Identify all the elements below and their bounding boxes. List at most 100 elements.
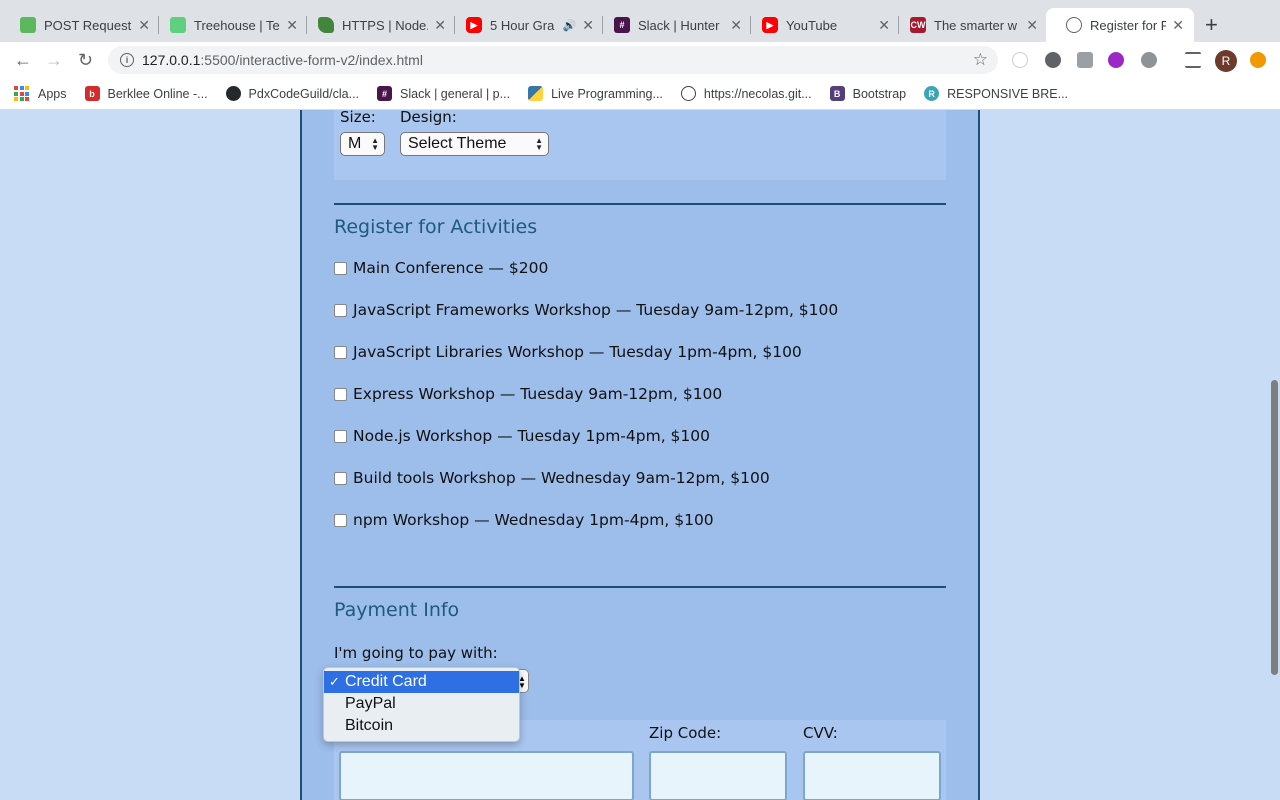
activity-checkbox[interactable]: [334, 513, 347, 527]
activity-item[interactable]: JavaScript Frameworks Workshop — Tuesday…: [334, 301, 838, 319]
tab-title: Treehouse | Te: [194, 17, 280, 33]
extension-icon[interactable]: [1077, 52, 1093, 68]
activity-label: Express Workshop — Tuesday 9am-12pm, $10…: [353, 385, 723, 403]
activity-checkbox[interactable]: [334, 303, 347, 317]
url-path: :5500/interactive-form-v2/index.html: [200, 52, 423, 68]
checkmark-icon: ✓: [329, 674, 340, 689]
tab-title: 5 Hour Gra: [490, 17, 555, 33]
section-divider: [334, 586, 946, 588]
tab-title: HTTPS | Node.: [342, 17, 429, 33]
browser-tab-active[interactable]: Register for Fu ✕: [1046, 8, 1194, 42]
page-scrollbar[interactable]: [1268, 110, 1280, 800]
activity-item[interactable]: Express Workshop — Tuesday 9am-12pm, $10…: [334, 385, 722, 403]
card-number-input[interactable]: [339, 751, 634, 800]
browser-tab[interactable]: Treehouse | Te ✕: [150, 8, 308, 42]
size-label: Size:: [340, 110, 376, 126]
size-select-value: M: [348, 135, 362, 152]
new-tab-button[interactable]: +: [1205, 12, 1218, 38]
berklee-icon: b: [84, 86, 100, 101]
bookmark-label: https://necolas.git...: [703, 86, 812, 101]
extension-icon[interactable]: [1141, 52, 1157, 68]
bookmark-item[interactable]: https://necolas.git...: [680, 86, 812, 101]
github-icon: [225, 86, 241, 101]
payment-option-credit-card[interactable]: ✓ Credit Card: [324, 671, 519, 693]
activity-checkbox[interactable]: [334, 345, 347, 359]
close-icon[interactable]: ✕: [434, 17, 446, 34]
scrollbar-thumb[interactable]: [1271, 380, 1278, 675]
section-divider: [334, 203, 946, 205]
back-arrow-icon[interactable]: ←: [14, 50, 32, 71]
extension-icon[interactable]: [1045, 52, 1061, 68]
close-icon[interactable]: ✕: [286, 17, 298, 34]
close-icon[interactable]: ✕: [138, 17, 150, 34]
activity-checkbox[interactable]: [334, 429, 347, 443]
tab-favicon-icon: [170, 17, 186, 33]
close-icon[interactable]: ✕: [1026, 17, 1038, 34]
size-select[interactable]: M ▲ ▼: [340, 132, 385, 156]
bookmark-item[interactable]: b Berklee Online -...: [84, 86, 208, 101]
bookmark-label: Apps: [38, 86, 67, 101]
activity-checkbox[interactable]: [334, 471, 347, 485]
bookmark-item[interactable]: B Bootstrap: [829, 86, 907, 101]
bookmark-item[interactable]: PdxCodeGuild/cla...: [225, 86, 359, 101]
update-icon[interactable]: [1250, 52, 1266, 68]
activity-item[interactable]: Node.js Workshop — Tuesday 1pm-4pm, $100: [334, 427, 710, 445]
info-icon[interactable]: i: [120, 53, 134, 67]
profile-avatar[interactable]: R: [1215, 50, 1237, 72]
python-icon: [528, 86, 544, 101]
activity-item[interactable]: npm Workshop — Wednesday 1pm-4pm, $100: [334, 511, 714, 529]
bookmark-apps[interactable]: Apps: [14, 86, 67, 101]
close-icon[interactable]: ✕: [582, 17, 594, 34]
reload-icon[interactable]: ↻: [78, 50, 93, 71]
extension-icon[interactable]: [1108, 52, 1124, 68]
tab-title: Register for Fu: [1090, 17, 1167, 33]
activity-item[interactable]: Build tools Workshop — Wednesday 9am-12p…: [334, 469, 770, 487]
media-queue-icon[interactable]: [1185, 52, 1201, 68]
cw-icon: CW: [910, 17, 926, 33]
design-label: Design:: [400, 110, 457, 126]
close-icon[interactable]: ✕: [1172, 17, 1184, 34]
payment-title: Payment Info: [334, 599, 460, 621]
extension-icon[interactable]: [1012, 52, 1028, 68]
globe-icon: [680, 86, 696, 101]
slack-icon: #: [614, 17, 630, 33]
browser-tab[interactable]: ▶ 5 Hour Gra 🔊 ✕: [446, 8, 604, 42]
bookmarks-bar: Apps b Berklee Online -... PdxCodeGuild/…: [0, 78, 1280, 110]
activity-checkbox[interactable]: [334, 261, 347, 275]
activity-item[interactable]: Main Conference — $200: [334, 259, 548, 277]
activity-label: JavaScript Libraries Workshop — Tuesday …: [353, 343, 802, 361]
bookmark-item[interactable]: R RESPONSIVE BRE...: [924, 86, 1068, 101]
activity-checkbox[interactable]: [334, 387, 347, 401]
bookmark-label: Bootstrap: [852, 86, 907, 101]
browser-tab[interactable]: ▶ YouTube ✕: [742, 8, 900, 42]
payment-option-bitcoin[interactable]: Bitcoin: [324, 715, 519, 737]
activity-label: npm Workshop — Wednesday 1pm-4pm, $100: [353, 511, 714, 529]
option-label: Bitcoin: [345, 717, 394, 734]
bookmark-label: Live Programming...: [551, 86, 663, 101]
close-icon[interactable]: ✕: [878, 17, 890, 34]
bookmark-item[interactable]: # Slack | general | p...: [377, 86, 510, 101]
browser-tab[interactable]: # Slack | Hunter ✕: [594, 8, 752, 42]
bookmark-star-icon[interactable]: ☆: [973, 50, 988, 70]
bookmark-label: Berklee Online -...: [107, 86, 208, 101]
speaker-icon[interactable]: 🔊: [563, 19, 577, 32]
browser-tab[interactable]: HTTPS | Node. ✕: [298, 8, 456, 42]
tab-favicon-icon: [318, 17, 334, 33]
tshirt-section: Size: Design: M ▲ ▼ Select Theme ▲ ▼: [334, 110, 946, 180]
payment-option-paypal[interactable]: PayPal: [324, 693, 519, 715]
address-bar[interactable]: i 127.0.0.1:5500/interactive-form-v2/ind…: [108, 46, 998, 74]
forward-arrow-icon[interactable]: →: [45, 50, 63, 71]
browser-tab[interactable]: CW The smarter w ✕: [890, 8, 1048, 42]
bookmark-label: Slack | general | p...: [400, 86, 511, 101]
tab-title: The smarter w: [934, 17, 1018, 33]
activity-item[interactable]: JavaScript Libraries Workshop — Tuesday …: [334, 343, 802, 361]
zip-code-input[interactable]: [649, 751, 787, 800]
tab-title: POST Request: [44, 17, 132, 33]
browser-tab[interactable]: POST Request ✕: [0, 8, 160, 42]
design-select[interactable]: Select Theme ▲ ▼: [400, 132, 549, 156]
cvv-input[interactable]: [803, 751, 941, 800]
close-icon[interactable]: ✕: [730, 17, 742, 34]
activity-label: Build tools Workshop — Wednesday 9am-12p…: [353, 469, 770, 487]
youtube-icon: ▶: [466, 17, 482, 33]
bookmark-item[interactable]: Live Programming...: [528, 86, 663, 101]
